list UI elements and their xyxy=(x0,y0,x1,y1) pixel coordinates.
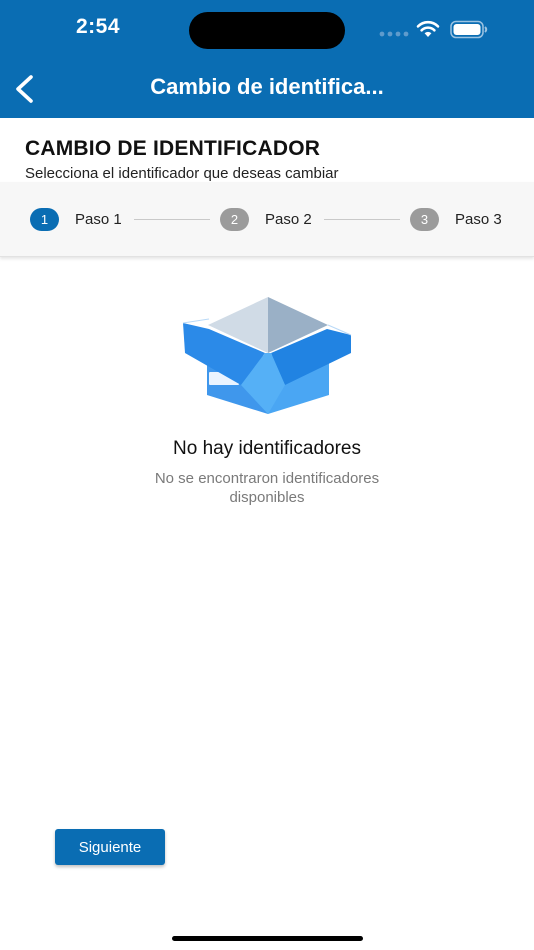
next-button[interactable]: Siguiente xyxy=(55,829,165,865)
step-3-label: Paso 3 xyxy=(455,211,502,228)
dynamic-island xyxy=(189,12,345,49)
step-1[interactable]: 1 Paso 1 xyxy=(30,208,122,231)
app-header: 2:54 Cambio de identifica... xyxy=(0,0,534,118)
step-connector-2 xyxy=(324,219,400,220)
battery-icon xyxy=(450,20,488,39)
empty-state-title: No hay identificadores xyxy=(173,438,361,459)
screen: 2:54 Cambio de identifica... CAMBIO DE I… xyxy=(0,0,534,950)
step-2[interactable]: 2 Paso 2 xyxy=(220,208,312,231)
page-title: CAMBIO DE IDENTIFICADOR xyxy=(25,137,321,160)
nav-title: Cambio de identifica... xyxy=(150,74,384,99)
page-subtitle: Selecciona el identificador que deseas c… xyxy=(25,165,339,182)
empty-state-description: No se encontraron identificadores dispon… xyxy=(154,470,380,506)
step-3[interactable]: 3 Paso 3 xyxy=(410,208,502,231)
step-1-label: Paso 1 xyxy=(75,211,122,228)
step-connector-1 xyxy=(134,219,210,220)
step-2-number: 2 xyxy=(220,208,249,231)
open-box-icon xyxy=(182,297,352,414)
home-indicator[interactable] xyxy=(172,936,363,941)
back-button[interactable] xyxy=(10,72,44,106)
status-time: 2:54 xyxy=(76,15,121,38)
cellular-signal-icon xyxy=(379,31,409,37)
wifi-icon xyxy=(416,20,440,37)
step-2-label: Paso 2 xyxy=(265,211,312,228)
step-1-number: 1 xyxy=(30,208,59,231)
stepper: 1 Paso 1 2 Paso 2 3 Paso 3 xyxy=(0,182,534,257)
step-3-number: 3 xyxy=(410,208,439,231)
